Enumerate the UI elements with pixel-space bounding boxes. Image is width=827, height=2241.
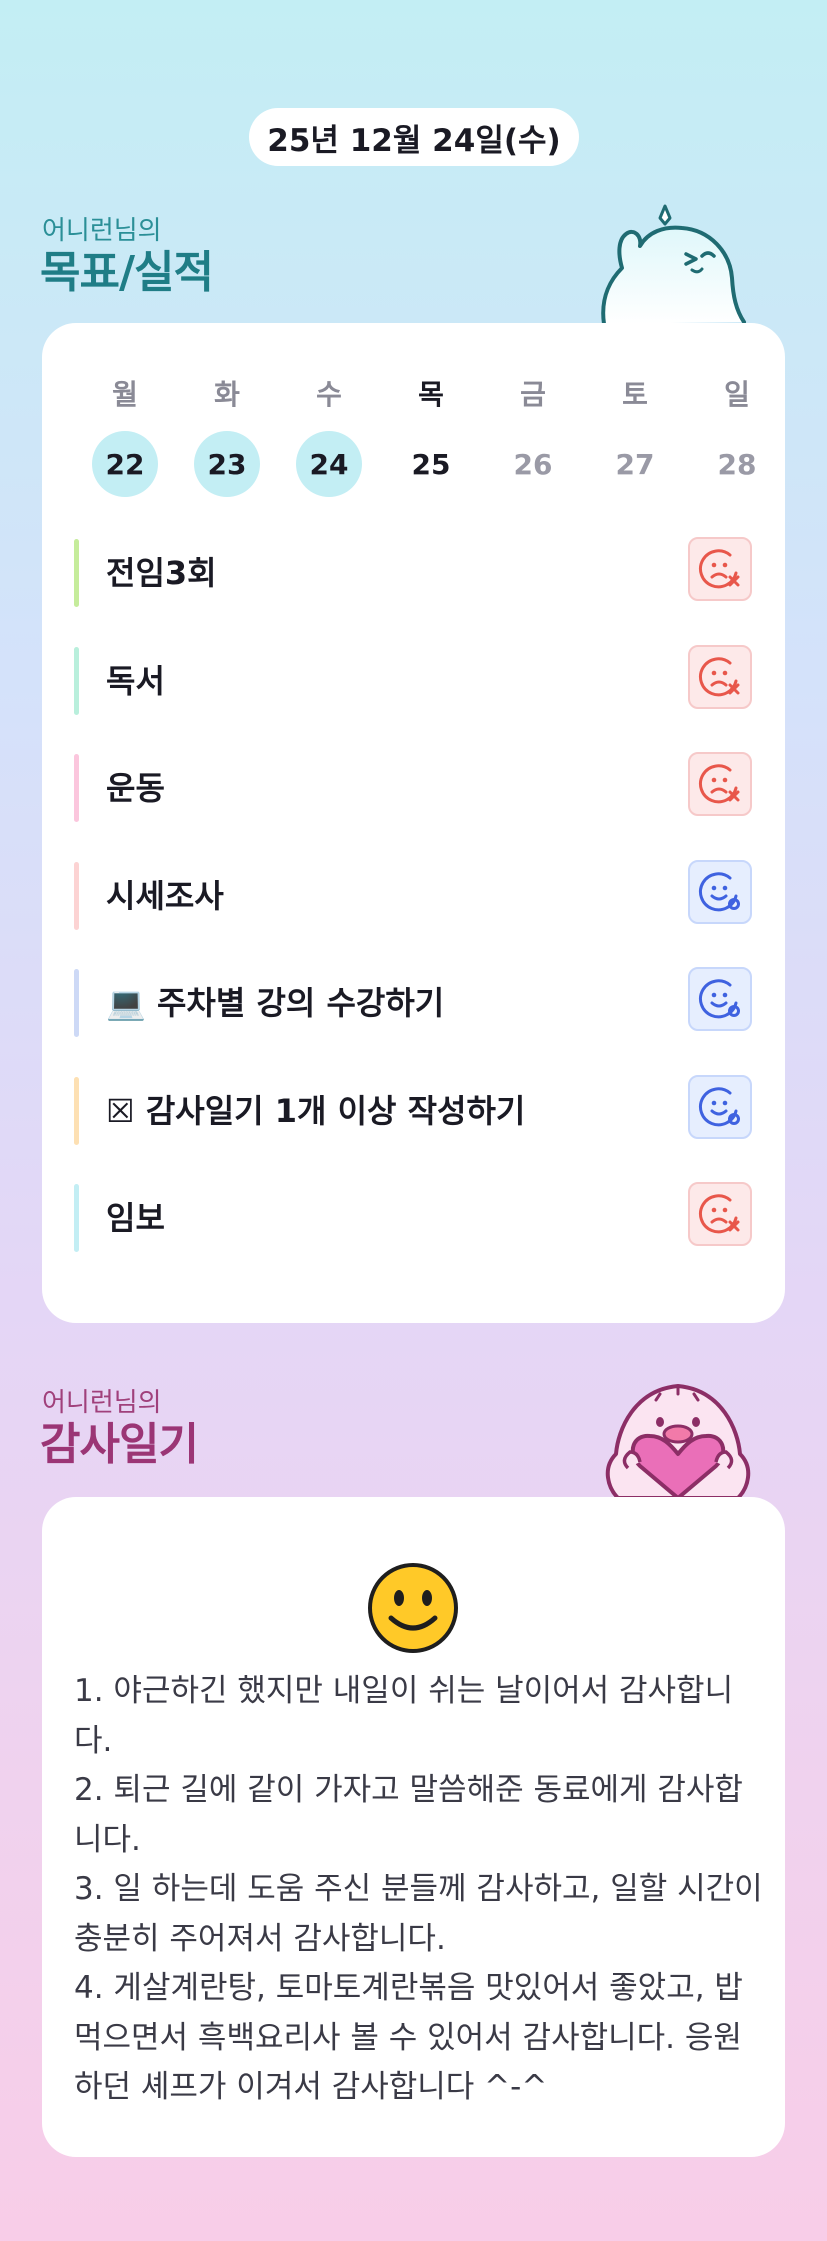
result-fail-button[interactable] — [688, 752, 752, 816]
gratitude-line: 2. 퇴근 길에 같이 가자고 말씀해준 동료에게 감사합니다. — [74, 1772, 743, 1858]
weekday-mon: 월 — [112, 378, 138, 411]
goal-label: 독서 — [106, 661, 165, 700]
weekday-header: 월 화 수 목 금 토 일 — [74, 373, 788, 413]
result-success-button[interactable] — [688, 967, 752, 1031]
goal-color-bar — [74, 861, 79, 930]
gratitude-line: 1. 야근하긴 했지만 내일이 쉬는 날이어서 감사합니다. — [74, 1673, 734, 1759]
weekday-tue: 화 — [214, 378, 240, 411]
gratitude-journal-text: 1. 야근하긴 했지만 내일이 쉬는 날이어서 감사합니다. 2. 퇴근 길에 … — [74, 1667, 764, 2113]
weekday-sun: 일 — [724, 378, 750, 411]
smiling-face-icon — [368, 1563, 458, 1653]
goal-item: 전임3회 — [74, 537, 752, 607]
result-success-button[interactable] — [688, 859, 752, 924]
date-27[interactable]: 27 — [602, 431, 668, 497]
sad-face-x-icon — [698, 762, 742, 806]
goal-label: 💻 주차별 강의 수강하기 — [106, 984, 445, 1022]
date-23[interactable]: 23 — [194, 431, 260, 497]
goal-color-bar — [74, 1184, 79, 1252]
sad-face-x-icon — [698, 547, 742, 591]
goals-section-title: 목표/실적 — [40, 247, 214, 298]
date-25[interactable]: 25 — [398, 431, 464, 497]
goal-item: 독서 — [74, 644, 752, 715]
goal-color-bar — [74, 1076, 79, 1145]
mascot-waving-icon — [601, 204, 746, 326]
result-fail-button[interactable] — [688, 1182, 752, 1246]
goal-label: 임보 — [106, 1199, 165, 1237]
goal-label: 운동 — [106, 769, 165, 807]
result-success-button[interactable] — [688, 1074, 752, 1139]
goals-card: 월 화 수 목 금 토 일 22 23 24 25 26 27 28 전임3회독… — [42, 323, 785, 1323]
gratitude-section-title: 감사일기 — [40, 1419, 199, 1470]
goal-color-bar — [74, 969, 79, 1037]
smile-face-check-icon — [698, 1085, 742, 1129]
date-label: 25년 12월 24일(수) — [249, 108, 579, 166]
goal-label: 전임3회 — [106, 554, 217, 592]
date-22[interactable]: 22 — [92, 431, 158, 497]
goal-label: ☒ 감사일기 1개 이상 작성하기 — [106, 1091, 526, 1130]
date-26[interactable]: 26 — [500, 431, 566, 497]
smile-face-check-icon — [698, 870, 742, 914]
sad-face-x-icon — [698, 1192, 742, 1236]
goal-item: 임보 — [74, 1182, 752, 1252]
weekday-wed: 수 — [316, 378, 342, 411]
smile-face-check-icon — [698, 977, 742, 1021]
date-28[interactable]: 28 — [704, 431, 770, 497]
goal-color-bar — [74, 754, 79, 822]
gratitude-line: 3. 일 하는데 도움 주신 분들께 감사하고, 일할 시간이 충분히 주어져서… — [74, 1871, 763, 1957]
weekday-fri: 금 — [520, 378, 546, 411]
sad-face-x-icon — [698, 655, 742, 699]
date-24[interactable]: 24 — [296, 431, 362, 497]
mascot-heart-icon — [605, 1384, 751, 1498]
result-fail-button[interactable] — [688, 537, 752, 601]
goal-item: 시세조사 — [74, 859, 752, 930]
result-fail-button[interactable] — [688, 644, 752, 709]
weekday-thu: 목 — [418, 378, 444, 411]
goal-label: 시세조사 — [106, 876, 224, 915]
gratitude-line: 4. 게살계란탕, 토마토계란볶음 맛있어서 좋았고, 밥 먹으면서 흑백요리사… — [74, 1970, 743, 2105]
gratitude-card: 1. 야근하긴 했지만 내일이 쉬는 날이어서 감사합니다. 2. 퇴근 길에 … — [42, 1497, 785, 2157]
goal-item: 운동 — [74, 752, 752, 822]
goal-color-bar — [74, 539, 79, 607]
week-dates: 22 23 24 25 26 27 28 — [74, 431, 788, 497]
goal-color-bar — [74, 646, 79, 715]
goal-item: ☒ 감사일기 1개 이상 작성하기 — [74, 1074, 752, 1145]
goal-item: 💻 주차별 강의 수강하기 — [74, 967, 752, 1037]
weekday-sat: 토 — [622, 378, 648, 411]
